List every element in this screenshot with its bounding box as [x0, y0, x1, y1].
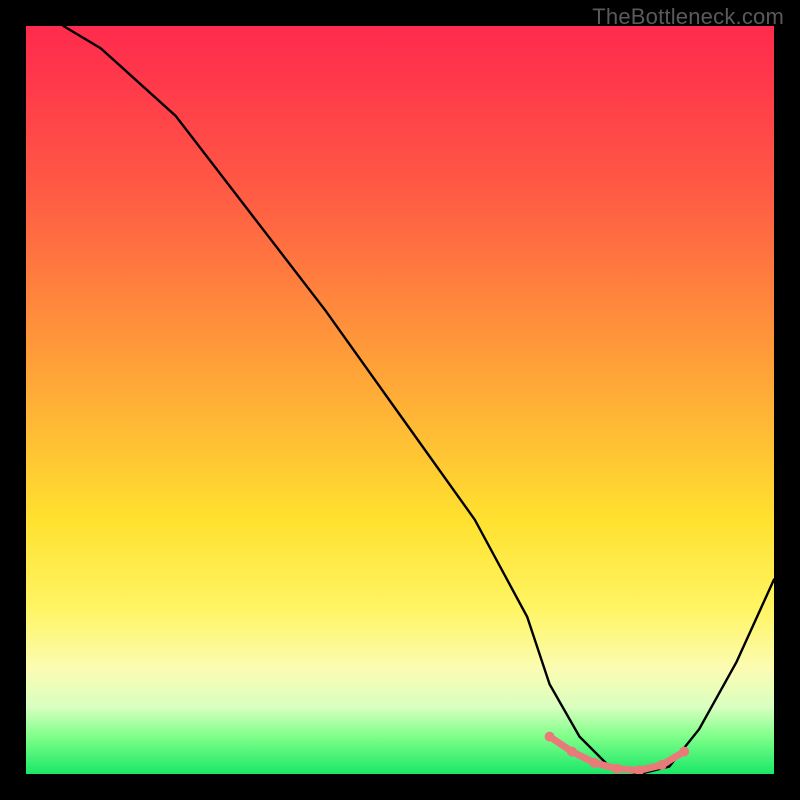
plot-area [26, 26, 774, 774]
chart-frame: TheBottleneck.com [0, 0, 800, 800]
